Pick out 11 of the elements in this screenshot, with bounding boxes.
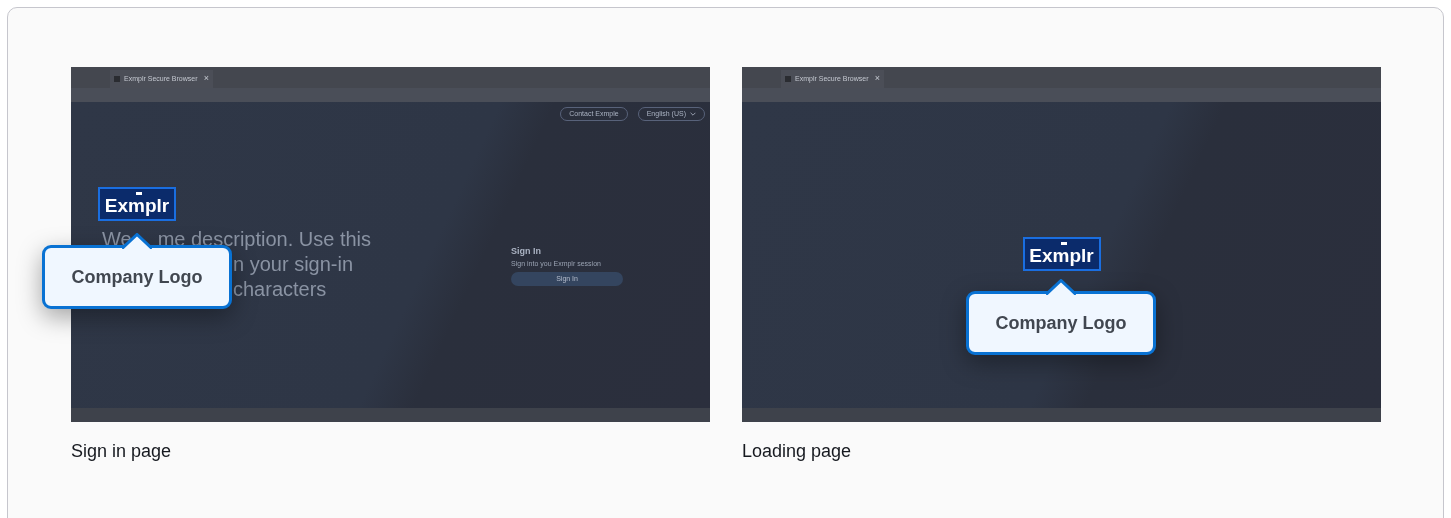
tab-favicon-icon [785,76,791,82]
welcome-text: characters [233,277,327,302]
sign-in-title: Sign In [511,245,543,258]
caption: Loading page [742,440,853,463]
company-logo: Exmplr [1022,237,1101,271]
tab-favicon-icon [114,76,120,82]
chevron-down-icon [690,112,696,116]
welcome-text: n your sign-in [233,252,354,277]
caption: Sign in page [71,440,173,463]
company-logo: Exmplr [98,187,176,221]
callout-pointer [1046,279,1076,295]
